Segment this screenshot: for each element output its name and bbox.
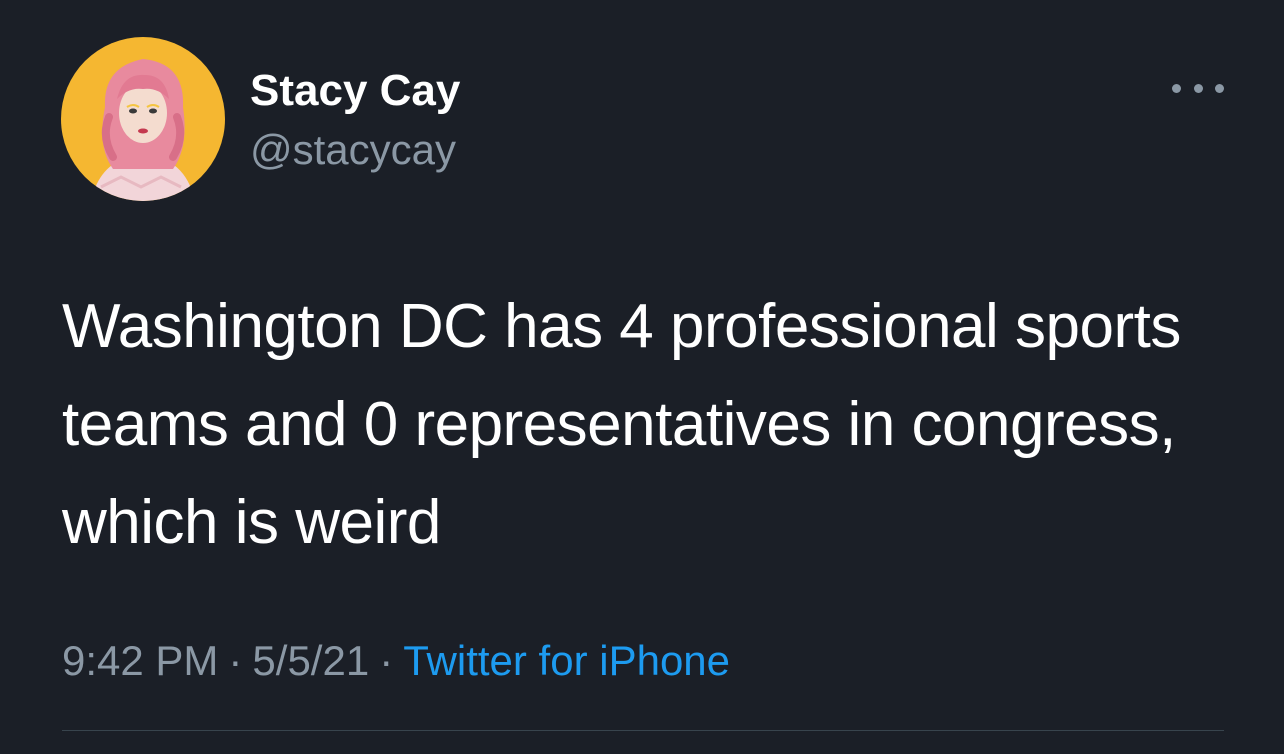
tweet: Stacy Cay @stacycay Washington DC has 4 … [0, 0, 1284, 754]
avatar-photo [61, 37, 225, 201]
more-horizontal-icon [1172, 83, 1181, 93]
tweet-time[interactable]: 9:42 PM [62, 637, 218, 684]
tweet-metadata: 9:42 PM · 5/5/21 · Twitter for iPhone [62, 633, 730, 689]
meta-separator: · [228, 637, 243, 684]
divider [62, 730, 1224, 731]
more-horizontal-icon-dot [1193, 83, 1203, 93]
meta-separator: · [379, 637, 394, 684]
author-handle[interactable]: @stacycay [250, 124, 456, 176]
avatar[interactable] [61, 37, 225, 201]
more-options-button[interactable] [1172, 76, 1224, 100]
more-horizontal-icon-dot [1215, 83, 1224, 93]
tweet-source-link[interactable]: Twitter for iPhone [403, 637, 730, 684]
tweet-text: Washington DC has 4 professional sports … [62, 292, 1181, 557]
tweet-date[interactable]: 5/5/21 [252, 637, 369, 684]
author-display-name[interactable]: Stacy Cay [250, 64, 460, 118]
